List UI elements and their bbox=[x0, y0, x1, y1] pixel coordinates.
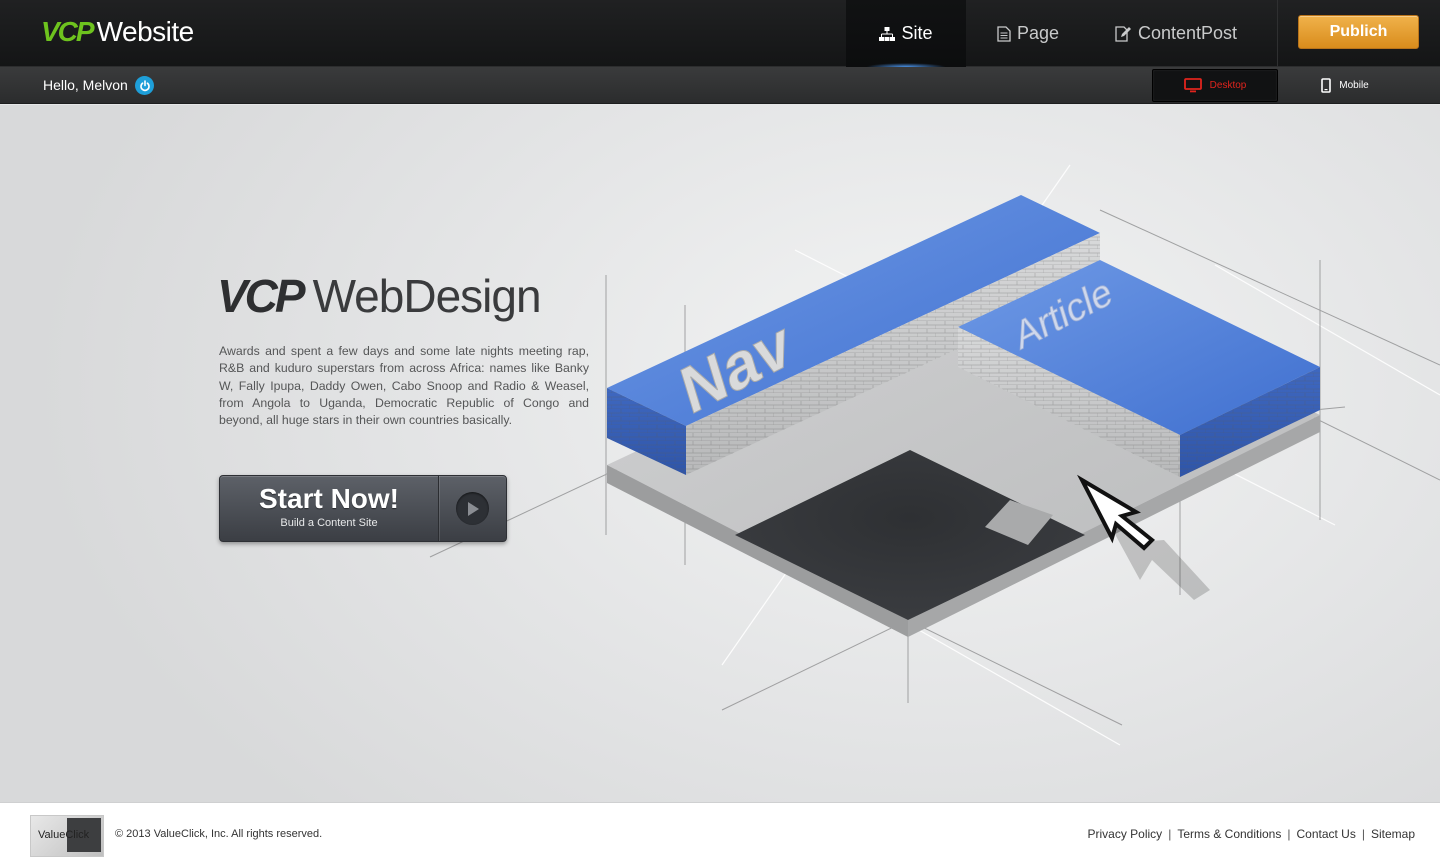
hero-description: Awards and spent a few days and some lat… bbox=[219, 344, 589, 428]
device-desktop-label: Desktop bbox=[1209, 80, 1247, 91]
tab-page-label: Page bbox=[1016, 23, 1060, 43]
top-navbar: VCP Website Site Page ContentPost Publich bbox=[0, 0, 1440, 67]
start-now-label: Start Now! bbox=[259, 483, 399, 514]
logo-text: Website bbox=[96, 16, 195, 47]
wireframe-illustration: Nav Article bbox=[429, 164, 1440, 746]
user-greeting: Hello, Melvon bbox=[43, 77, 128, 93]
link-separator: | bbox=[1287, 827, 1291, 841]
tab-contentpost[interactable]: ContentPost bbox=[1096, 0, 1256, 67]
edit-post-icon bbox=[1115, 25, 1131, 42]
navbar-divider bbox=[1277, 0, 1278, 67]
hero-title-text: WebDesign bbox=[312, 270, 542, 322]
footer: ValueClick © 2013 ValueClick, Inc. All r… bbox=[0, 802, 1440, 864]
logout-power-icon[interactable] bbox=[135, 76, 154, 95]
contact-us-link[interactable]: Contact Us bbox=[1296, 827, 1355, 841]
device-mobile-label: Mobile bbox=[1339, 80, 1369, 91]
hero-title-brand: VCP bbox=[217, 270, 306, 322]
device-mobile-toggle[interactable]: Mobile bbox=[1310, 69, 1380, 102]
privacy-policy-link[interactable]: Privacy Policy bbox=[1088, 827, 1163, 841]
link-separator: | bbox=[1168, 827, 1172, 841]
mobile-phone-icon bbox=[1321, 78, 1332, 93]
tab-site-label: Site bbox=[901, 23, 933, 43]
hero-title: VCP WebDesign bbox=[217, 269, 542, 323]
sitemap-link[interactable]: Sitemap bbox=[1371, 827, 1415, 841]
start-now-button[interactable]: Start Now! Build a Content Site bbox=[219, 475, 507, 542]
user-bar: Hello, Melvon Desktop Mobile bbox=[0, 67, 1440, 104]
power-icon bbox=[139, 79, 150, 91]
terms-link[interactable]: Terms & Conditions bbox=[1177, 827, 1281, 841]
device-desktop-toggle[interactable]: Desktop bbox=[1152, 69, 1278, 102]
sitemap-icon bbox=[879, 26, 896, 41]
valueclick-logo-text: ValueClick bbox=[38, 829, 90, 841]
hero-section: Nav Article VCP WebDesign Awards and spen… bbox=[0, 105, 1440, 802]
logo-brand: VCP bbox=[41, 16, 95, 47]
play-icon bbox=[456, 492, 489, 525]
desktop-monitor-icon bbox=[1183, 78, 1202, 93]
page-icon bbox=[997, 25, 1011, 42]
button-divider bbox=[438, 476, 439, 541]
app-logo[interactable]: VCP Website bbox=[41, 16, 194, 48]
tab-page[interactable]: Page bbox=[966, 0, 1090, 67]
valueclick-logo: ValueClick bbox=[30, 815, 104, 857]
footer-links: Privacy Policy | Terms & Conditions | Co… bbox=[1088, 827, 1416, 841]
start-now-sublabel: Build a Content Site bbox=[280, 517, 378, 529]
tab-site[interactable]: Site bbox=[846, 0, 966, 67]
tab-contentpost-label: ContentPost bbox=[1137, 23, 1238, 43]
publish-button[interactable]: Publich bbox=[1298, 15, 1419, 49]
link-separator: | bbox=[1361, 827, 1365, 841]
copyright-text: © 2013 ValueClick, Inc. All rights reser… bbox=[115, 828, 323, 840]
